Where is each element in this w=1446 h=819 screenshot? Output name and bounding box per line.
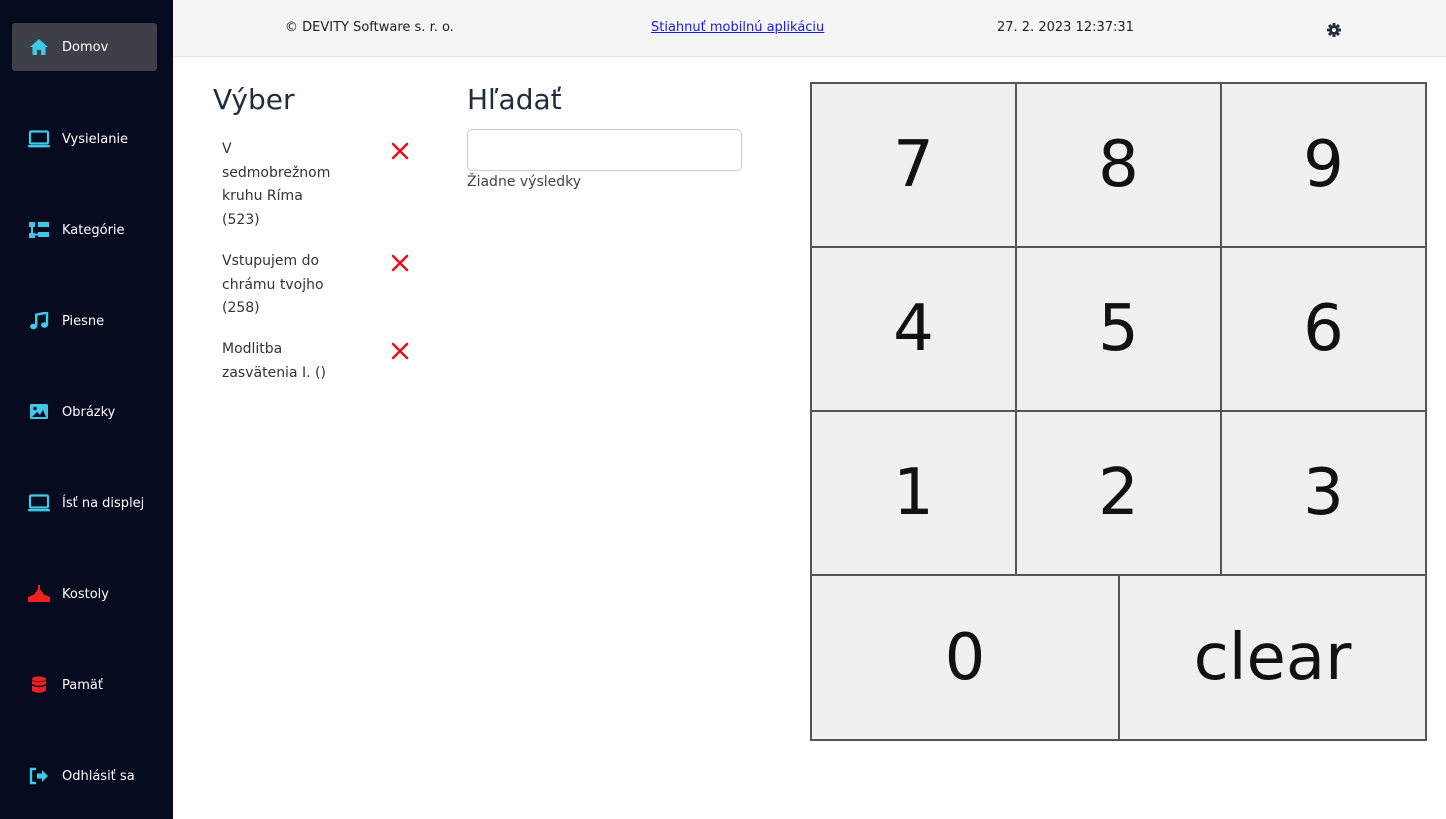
top-bar: © DEVITY Software s. r. o. Stiahnuť mobi…	[173, 0, 1446, 57]
sidebar-item-label: Kategórie	[62, 222, 125, 238]
selection-item-line: V	[222, 141, 232, 157]
selection-item-line: zasvätenia I. ()	[222, 364, 326, 381]
keypad-key-0[interactable]: 0	[810, 574, 1120, 741]
selection-item-line: chrámu tvojho	[222, 276, 324, 293]
church-icon	[28, 585, 50, 603]
image-icon	[28, 403, 50, 421]
sidebar-item-vysielanie[interactable]: Vysielanie	[12, 115, 157, 163]
selection-item: Vstupujem do chrámu tvojho (258)	[222, 250, 382, 321]
sidebar-item-label: Obrázky	[62, 404, 116, 420]
datetime-display: 27. 2. 2023 12:37:31	[997, 20, 1134, 35]
sidebar-item-kostoly[interactable]: Kostoly	[12, 570, 157, 618]
sidebar-item-label: Vysielanie	[62, 131, 129, 147]
selection-item-line: Vstupujem do	[222, 253, 320, 269]
keypad-clear-button[interactable]: clear	[1118, 574, 1427, 741]
selection-title: Výber	[213, 83, 295, 116]
search-input[interactable]	[467, 129, 742, 171]
selection-item: V sedmobrežnom kruhu Ríma (523)	[222, 138, 382, 232]
remove-item-close-icon[interactable]	[390, 141, 410, 161]
copyright-text: © DEVITY Software s. r. o.	[285, 20, 454, 35]
selection-item-line: kruhu Ríma	[222, 188, 303, 204]
no-results-text: Žiadne výsledky	[467, 174, 582, 190]
keypad-key-3[interactable]: 3	[1220, 410, 1427, 576]
sidebar-item-pamat[interactable]: Pamäť	[12, 661, 157, 709]
sidebar-item-label: Pamäť	[62, 677, 103, 693]
sidebar-item-label: Piesne	[62, 313, 105, 329]
sidebar-item-label: Kostoly	[62, 586, 109, 602]
gear-icon[interactable]	[1327, 22, 1341, 37]
keypad-key-6[interactable]: 6	[1220, 246, 1427, 412]
sidebar-item-kategorie[interactable]: Kategórie	[12, 206, 157, 254]
selection-item-line: (258)	[222, 300, 260, 316]
keypad-key-4[interactable]: 4	[810, 246, 1017, 412]
sign-out-icon	[28, 767, 50, 785]
monitor-icon	[28, 494, 50, 512]
sitemap-icon	[28, 221, 50, 239]
keypad-key-2[interactable]: 2	[1015, 410, 1222, 576]
selection-item-line: sedmobrežnom	[222, 164, 331, 181]
keypad-key-9[interactable]: 9	[1220, 82, 1427, 248]
sidebar-item-domov[interactable]: Domov	[12, 23, 157, 71]
sidebar: Domov Vysielanie Kategórie Piesne Obrázk…	[0, 0, 173, 819]
selection-item: Modlitba zasvätenia I. ()	[222, 338, 382, 385]
home-icon	[28, 38, 50, 56]
download-mobile-app-link[interactable]: Stiahnuť mobilnú aplikáciu	[651, 20, 824, 35]
sidebar-item-odhlasit-sa[interactable]: Odhlásiť sa	[12, 752, 157, 800]
keypad-key-1[interactable]: 1	[810, 410, 1017, 576]
sidebar-item-piesne[interactable]: Piesne	[12, 297, 157, 345]
search-title: Hľadať	[467, 83, 562, 116]
remove-item-close-icon[interactable]	[390, 341, 410, 361]
sidebar-item-label: Ísť na displej	[62, 495, 145, 511]
monitor-icon	[28, 130, 50, 148]
database-icon	[28, 676, 50, 694]
keypad-key-7[interactable]: 7	[810, 82, 1017, 248]
sidebar-item-label: Odhlásiť sa	[62, 768, 135, 784]
selection-item-line: Modlitba	[222, 341, 283, 357]
remove-item-close-icon[interactable]	[390, 253, 410, 273]
keypad-key-5[interactable]: 5	[1015, 246, 1222, 412]
sidebar-item-obrazky[interactable]: Obrázky	[12, 388, 157, 436]
keypad-key-8[interactable]: 8	[1015, 82, 1222, 248]
sidebar-item-label: Domov	[62, 39, 109, 55]
sidebar-item-ist-na-displej[interactable]: Ísť na displej	[12, 479, 157, 527]
selection-item-line: (523)	[222, 211, 260, 228]
numeric-keypad: 7 8 9 4 5 6 1 2 3 0 clear	[810, 82, 1427, 741]
music-icon	[28, 312, 50, 330]
